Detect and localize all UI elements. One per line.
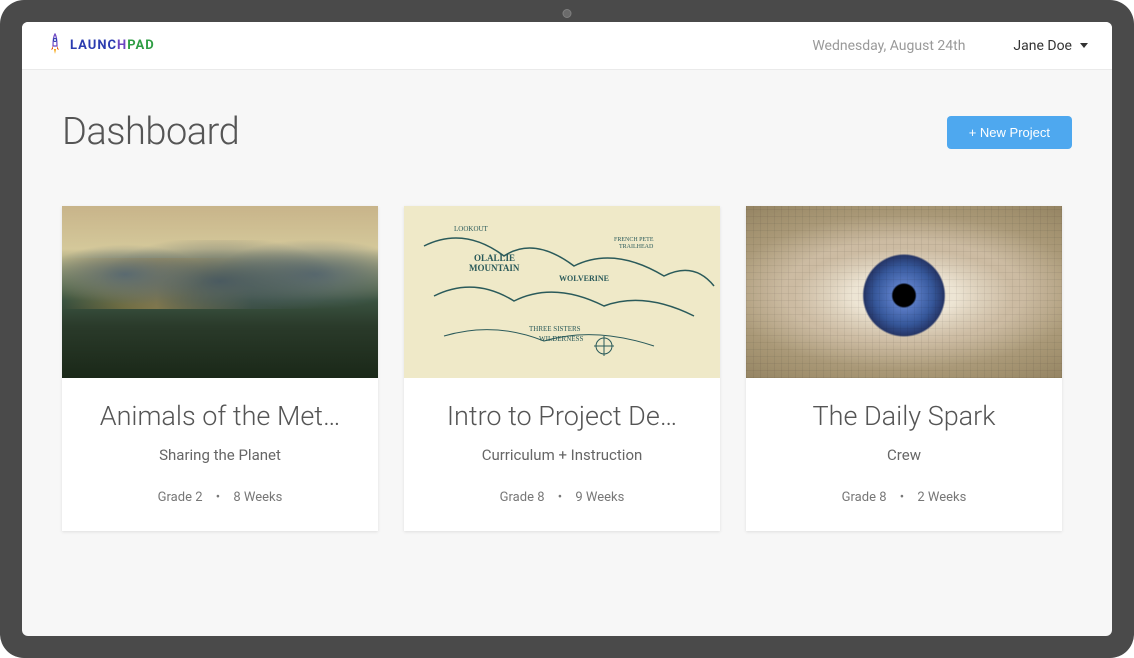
- project-meta: Grade 8 • 2 Weeks: [762, 490, 1046, 505]
- svg-text:LOOKOUT: LOOKOUT: [454, 225, 489, 233]
- content-area: Dashboard + New Project Animals of the M…: [22, 70, 1112, 636]
- page-header-row: Dashboard + New Project: [62, 110, 1072, 154]
- mountains-image: [62, 206, 378, 378]
- separator-dot: •: [900, 490, 904, 505]
- project-subtitle: Crew: [762, 446, 1046, 464]
- logo-text: LAUNCHPAD: [70, 38, 155, 53]
- separator-dot: •: [558, 490, 562, 505]
- project-title: The Daily Spark: [762, 400, 1046, 432]
- topbar: LAUNCHPAD Wednesday, August 24th Jane Do…: [22, 22, 1112, 70]
- project-duration: 2 Weeks: [917, 490, 966, 505]
- project-card-image: LOOKOUT OLALLIE MOUNTAIN WOLVERINE THREE…: [404, 206, 720, 378]
- svg-text:THREE SISTERS: THREE SISTERS: [529, 325, 581, 333]
- svg-text:FRENCH PETE: FRENCH PETE: [614, 237, 654, 243]
- map-image: LOOKOUT OLALLIE MOUNTAIN WOLVERINE THREE…: [404, 206, 720, 378]
- project-grade: Grade 2: [158, 490, 203, 505]
- page-title: Dashboard: [62, 110, 239, 154]
- new-project-button[interactable]: + New Project: [947, 116, 1072, 149]
- rocket-icon: [46, 32, 64, 60]
- caret-down-icon: [1080, 43, 1088, 48]
- project-subtitle: Curriculum + Instruction: [420, 446, 704, 464]
- separator-dot: •: [216, 490, 220, 505]
- svg-text:TRAILHEAD: TRAILHEAD: [619, 244, 654, 250]
- project-card-image: [62, 206, 378, 378]
- project-title: Intro to Project De…: [420, 400, 704, 432]
- project-card[interactable]: The Daily Spark Crew Grade 8 • 2 Weeks: [746, 206, 1062, 531]
- project-card[interactable]: LOOKOUT OLALLIE MOUNTAIN WOLVERINE THREE…: [404, 206, 720, 531]
- app-screen: LAUNCHPAD Wednesday, August 24th Jane Do…: [22, 22, 1112, 636]
- svg-text:WOLVERINE: WOLVERINE: [559, 274, 609, 283]
- project-grade: Grade 8: [842, 490, 887, 505]
- svg-text:WILDERNESS: WILDERNESS: [539, 335, 583, 343]
- project-grade: Grade 8: [500, 490, 545, 505]
- user-name: Jane Doe: [1013, 38, 1072, 54]
- device-camera: [563, 9, 572, 18]
- project-cards: Animals of the Met… Sharing the Planet G…: [62, 206, 1072, 531]
- project-card-body: Animals of the Met… Sharing the Planet G…: [62, 378, 378, 531]
- project-subtitle: Sharing the Planet: [78, 446, 362, 464]
- project-card[interactable]: Animals of the Met… Sharing the Planet G…: [62, 206, 378, 531]
- project-meta: Grade 2 • 8 Weeks: [78, 490, 362, 505]
- device-frame: LAUNCHPAD Wednesday, August 24th Jane Do…: [0, 0, 1134, 658]
- svg-text:OLALLIE: OLALLIE: [474, 253, 515, 263]
- project-duration: 9 Weeks: [575, 490, 624, 505]
- project-meta: Grade 8 • 9 Weeks: [420, 490, 704, 505]
- logo[interactable]: LAUNCHPAD: [46, 32, 155, 60]
- eye-mosaic-image: [746, 206, 1062, 378]
- user-menu[interactable]: Jane Doe: [1013, 38, 1088, 54]
- current-date: Wednesday, August 24th: [812, 38, 965, 54]
- project-title: Animals of the Met…: [78, 400, 362, 432]
- project-card-body: The Daily Spark Crew Grade 8 • 2 Weeks: [746, 378, 1062, 531]
- project-duration: 8 Weeks: [233, 490, 282, 505]
- project-card-body: Intro to Project De… Curriculum + Instru…: [404, 378, 720, 531]
- project-card-image: [746, 206, 1062, 378]
- svg-text:MOUNTAIN: MOUNTAIN: [469, 263, 520, 273]
